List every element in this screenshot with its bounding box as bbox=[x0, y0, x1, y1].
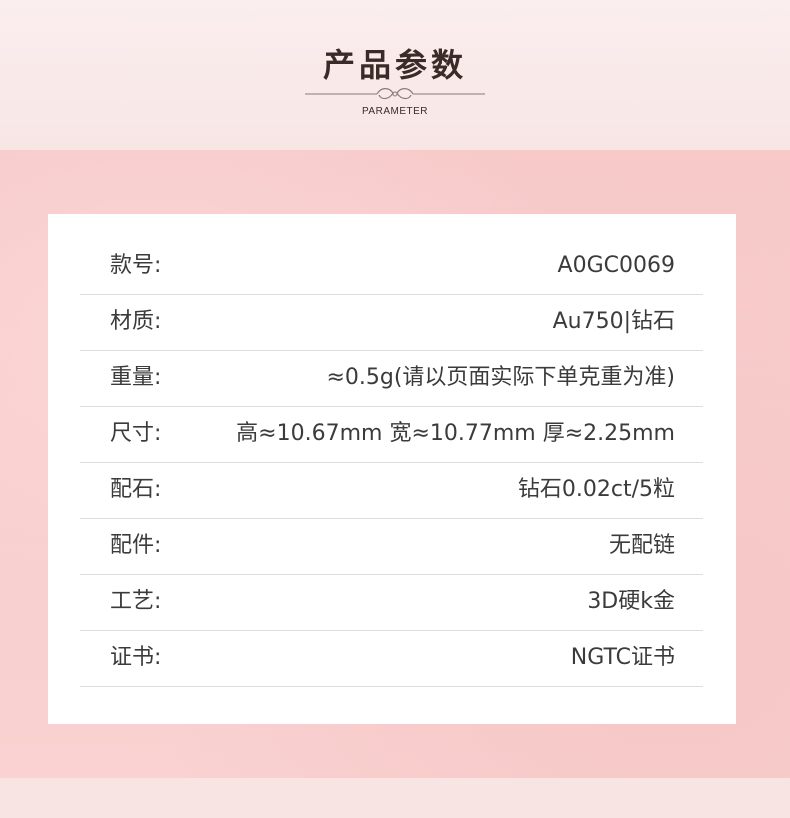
param-label: 尺寸: bbox=[110, 421, 162, 446]
param-row-stones: 配石: 钻石0.02ct/5粒 bbox=[80, 462, 703, 519]
param-label: 款号: bbox=[110, 253, 162, 278]
page-title: 产品参数 bbox=[322, 46, 467, 84]
param-value: 3D硬k金 bbox=[587, 589, 675, 614]
param-label: 工艺: bbox=[110, 589, 162, 614]
param-row-craft: 工艺: 3D硬k金 bbox=[80, 574, 703, 631]
param-value: 无配链 bbox=[608, 533, 675, 558]
background-bottom-band bbox=[0, 778, 790, 818]
param-value: A0GC0069 bbox=[557, 253, 675, 278]
param-label: 配石: bbox=[110, 477, 162, 502]
param-label: 证书: bbox=[110, 645, 162, 670]
param-value: 高≈10.67mm 宽≈10.77mm 厚≈2.25mm bbox=[236, 421, 675, 446]
page-subtitle: PARAMETER bbox=[362, 106, 428, 117]
param-row-model: 款号: A0GC0069 bbox=[80, 238, 703, 295]
param-label: 材质: bbox=[110, 309, 162, 334]
param-value: NGTC证书 bbox=[570, 645, 675, 670]
param-row-weight: 重量: ≈0.5g(请以页面实际下单克重为准) bbox=[80, 350, 703, 407]
param-row-accessory: 配件: 无配链 bbox=[80, 518, 703, 575]
param-row-size: 尺寸: 高≈10.67mm 宽≈10.77mm 厚≈2.25mm bbox=[80, 406, 703, 463]
param-label: 重量: bbox=[110, 365, 162, 390]
param-label: 配件: bbox=[110, 533, 162, 558]
param-value: 钻石0.02ct/5粒 bbox=[517, 477, 675, 502]
param-value: Au750|钻石 bbox=[552, 309, 675, 334]
param-row-material: 材质: Au750|钻石 bbox=[80, 294, 703, 351]
ornament-divider-icon bbox=[305, 88, 485, 100]
parameter-card: 款号: A0GC0069 材质: Au750|钻石 重量: ≈0.5g(请以页面… bbox=[48, 214, 736, 724]
param-value: ≈0.5g(请以页面实际下单克重为准) bbox=[326, 365, 675, 390]
param-row-certificate: 证书: NGTC证书 bbox=[80, 630, 703, 687]
